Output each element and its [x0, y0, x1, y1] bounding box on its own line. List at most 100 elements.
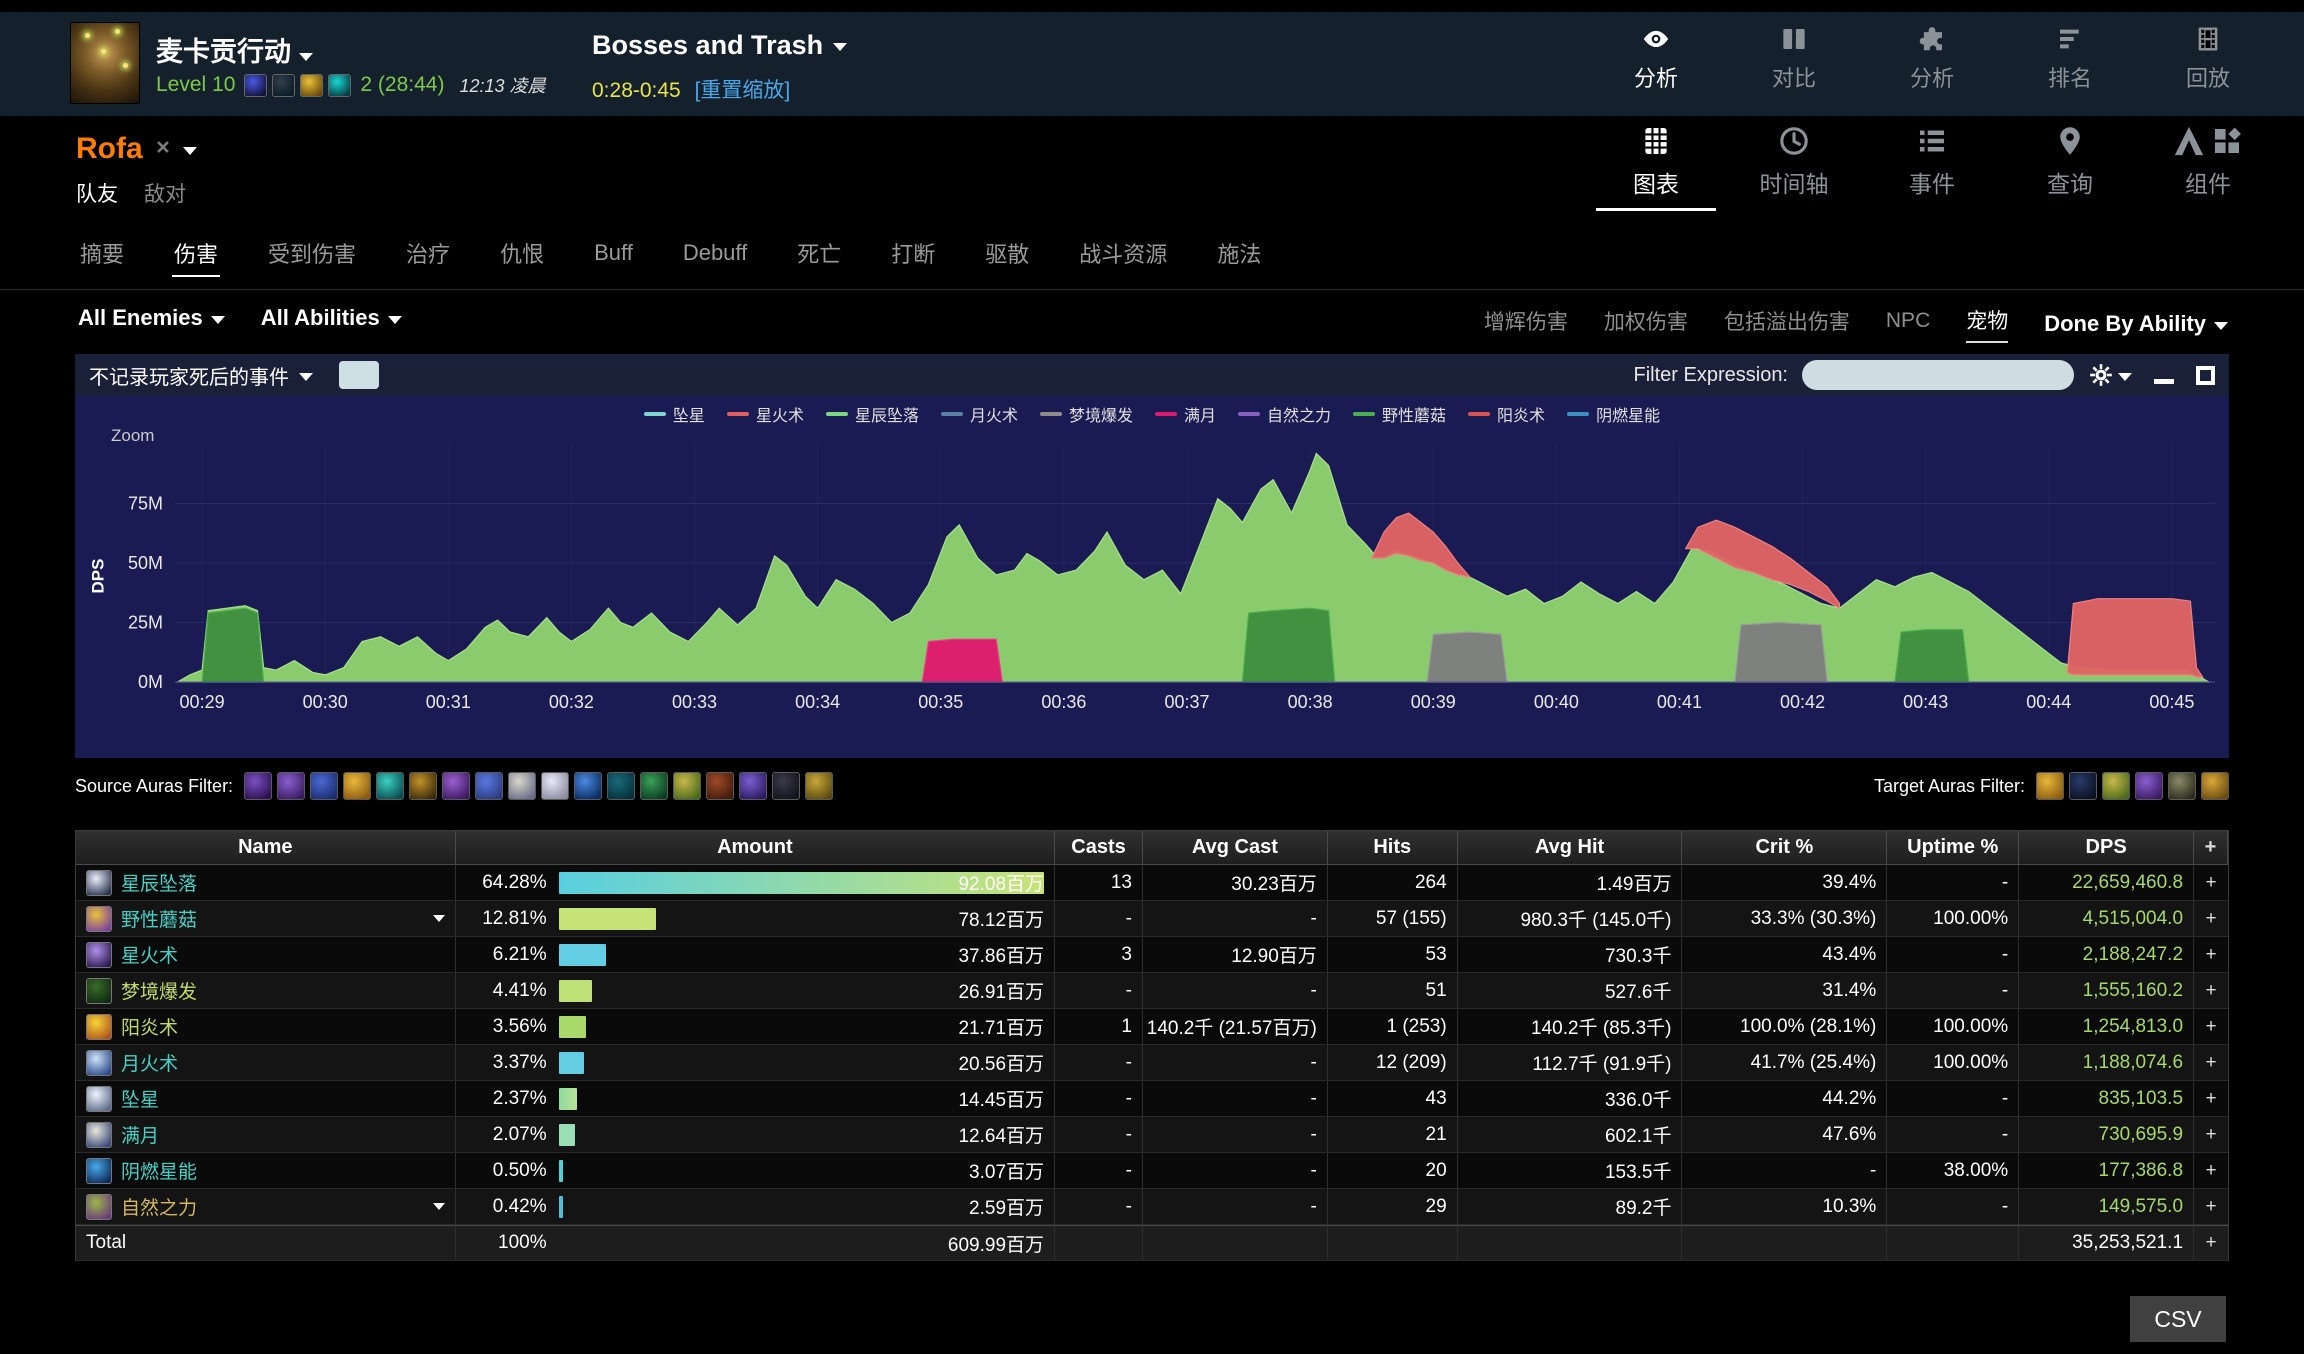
target-aura-icon[interactable] — [2201, 772, 2229, 800]
spell-name-link[interactable]: 星火术 — [121, 941, 178, 968]
column-header[interactable]: Uptime % — [1887, 831, 2019, 864]
column-header[interactable]: DPS — [2019, 831, 2194, 864]
source-aura-icon[interactable] — [508, 772, 536, 800]
source-aura-icon[interactable] — [574, 772, 602, 800]
tab-治疗[interactable]: 治疗 — [404, 223, 452, 283]
filter-dropdown[interactable]: All Enemies — [78, 305, 225, 331]
minimize-icon[interactable] — [2154, 379, 2174, 384]
column-header[interactable]: Hits — [1328, 831, 1458, 864]
tab-Debuff[interactable]: Debuff — [681, 226, 749, 280]
column-header[interactable]: Crit % — [1682, 831, 1887, 864]
source-aura-icon[interactable] — [607, 772, 635, 800]
target-aura-icon[interactable] — [2036, 772, 2064, 800]
column-header[interactable]: Avg Cast — [1143, 831, 1328, 864]
nav-eye[interactable]: 分析 — [1606, 24, 1706, 93]
source-aura-icon[interactable] — [706, 772, 734, 800]
spell-name-link[interactable]: 满月 — [121, 1121, 159, 1148]
nav-replay[interactable]: 回放 — [2158, 24, 2258, 93]
view-clock[interactable]: 时间轴 — [1744, 124, 1844, 211]
expand-row-icon[interactable] — [433, 1203, 445, 1210]
friendlies-toggle[interactable]: 队友 — [76, 178, 118, 208]
dps-chart[interactable]: 坠星星火术星辰坠落月火术梦境爆发满月自然之力野性蘑菇阳炎术阴燃星能 Zoom D… — [75, 396, 2229, 758]
nav-compare[interactable]: 对比 — [1744, 24, 1844, 93]
legend-item[interactable]: 自然之力 — [1238, 402, 1331, 426]
view-grid[interactable]: 图表 — [1606, 124, 1706, 211]
source-aura-icon[interactable] — [310, 772, 338, 800]
column-header[interactable]: Avg Hit — [1458, 831, 1683, 864]
source-aura-icon[interactable] — [442, 772, 470, 800]
source-aura-icon[interactable] — [772, 772, 800, 800]
source-aura-icon[interactable] — [739, 772, 767, 800]
tab-驱散[interactable]: 驱散 — [983, 223, 1031, 283]
view-pin[interactable]: 查询 — [2020, 124, 2120, 211]
add-filter-icon[interactable]: + — [2194, 973, 2228, 1008]
spell-name-link[interactable]: 阳炎术 — [121, 1013, 178, 1040]
tab-摘要[interactable]: 摘要 — [78, 223, 126, 283]
legend-item[interactable]: 满月 — [1155, 402, 1216, 426]
target-aura-icon[interactable] — [2168, 772, 2196, 800]
chart-settings[interactable] — [2088, 362, 2132, 388]
filter-option-宠物[interactable]: 宠物 — [1966, 305, 2008, 343]
csv-button[interactable]: CSV — [2130, 1296, 2226, 1342]
participant-icon[interactable] — [272, 74, 295, 97]
source-aura-icon[interactable] — [277, 772, 305, 800]
add-filter-icon[interactable]: + — [2194, 865, 2228, 900]
add-filter-icon[interactable]: + — [2194, 1189, 2228, 1224]
column-header[interactable]: + — [2194, 831, 2228, 864]
add-filter-icon[interactable]: + — [2194, 937, 2228, 972]
tab-打断[interactable]: 打断 — [889, 223, 937, 283]
target-aura-icon[interactable] — [2069, 772, 2097, 800]
source-aura-icon[interactable] — [409, 772, 437, 800]
add-filter-icon[interactable]: + — [2194, 1117, 2228, 1152]
spell-name-link[interactable]: 自然之力 — [121, 1193, 197, 1220]
legend-item[interactable]: 梦境爆发 — [1040, 402, 1133, 426]
source-aura-icon[interactable] — [673, 772, 701, 800]
fight-selector[interactable]: Bosses and Trash — [592, 30, 847, 61]
nav-ranking[interactable]: 排名 — [2020, 24, 2120, 93]
zone-title[interactable]: 麦卡贡行动 — [156, 30, 313, 69]
done-by-dropdown[interactable]: Done By Ability — [2044, 311, 2228, 337]
add-filter-icon[interactable]: + — [2194, 1009, 2228, 1044]
legend-item[interactable]: 坠星 — [644, 402, 705, 426]
target-aura-icon[interactable] — [2135, 772, 2163, 800]
participant-icon[interactable] — [300, 74, 323, 97]
legend-item[interactable]: 阴燃星能 — [1567, 402, 1660, 426]
expand-row-icon[interactable] — [433, 915, 445, 922]
nav-puzzle[interactable]: 分析 — [1882, 24, 1982, 93]
tab-仇恨[interactable]: 仇恨 — [498, 223, 546, 283]
view-list[interactable]: 事件 — [1882, 124, 1982, 211]
add-filter-icon[interactable]: + — [2194, 1045, 2228, 1080]
death-filter-toggle[interactable] — [339, 361, 379, 389]
tab-Buff[interactable]: Buff — [592, 226, 635, 280]
filter-option-加权伤害[interactable]: 加权伤害 — [1604, 306, 1688, 342]
legend-item[interactable]: 月火术 — [941, 402, 1018, 426]
tab-受到伤害[interactable]: 受到伤害 — [266, 223, 358, 283]
add-filter-icon[interactable]: + — [2194, 901, 2228, 936]
tab-施法[interactable]: 施法 — [1215, 223, 1263, 283]
legend-item[interactable]: 野性蘑菇 — [1353, 402, 1446, 426]
column-header[interactable]: Amount — [456, 831, 1055, 864]
participant-icon[interactable] — [244, 74, 267, 97]
column-header[interactable]: Casts — [1055, 831, 1143, 864]
column-header[interactable]: Name — [76, 831, 456, 864]
filter-expression-input[interactable] — [1802, 360, 2074, 390]
filter-option-NPC[interactable]: NPC — [1886, 309, 1930, 339]
filter-dropdown[interactable]: All Abilities — [261, 305, 402, 331]
spell-name-link[interactable]: 星辰坠落 — [121, 869, 197, 896]
zone-thumbnail[interactable] — [70, 22, 140, 104]
spell-name-link[interactable]: 阴燃星能 — [121, 1157, 197, 1184]
source-aura-icon[interactable] — [244, 772, 272, 800]
spell-name-link[interactable]: 野性蘑菇 — [121, 905, 197, 932]
source-aura-icon[interactable] — [376, 772, 404, 800]
source-aura-icon[interactable] — [805, 772, 833, 800]
source-aura-icon[interactable] — [541, 772, 569, 800]
enemies-toggle[interactable]: 敌对 — [144, 178, 186, 208]
add-filter-icon[interactable]: + — [2194, 1153, 2228, 1188]
source-aura-icon[interactable] — [640, 772, 668, 800]
pull-count[interactable]: 2 (28:44) — [360, 73, 444, 97]
target-aura-icon[interactable] — [2102, 772, 2130, 800]
participant-icon[interactable] — [328, 74, 351, 97]
add-filter-icon[interactable]: + — [2194, 1081, 2228, 1116]
filter-option-包括溢出伤害[interactable]: 包括溢出伤害 — [1724, 306, 1850, 342]
source-aura-icon[interactable] — [475, 772, 503, 800]
